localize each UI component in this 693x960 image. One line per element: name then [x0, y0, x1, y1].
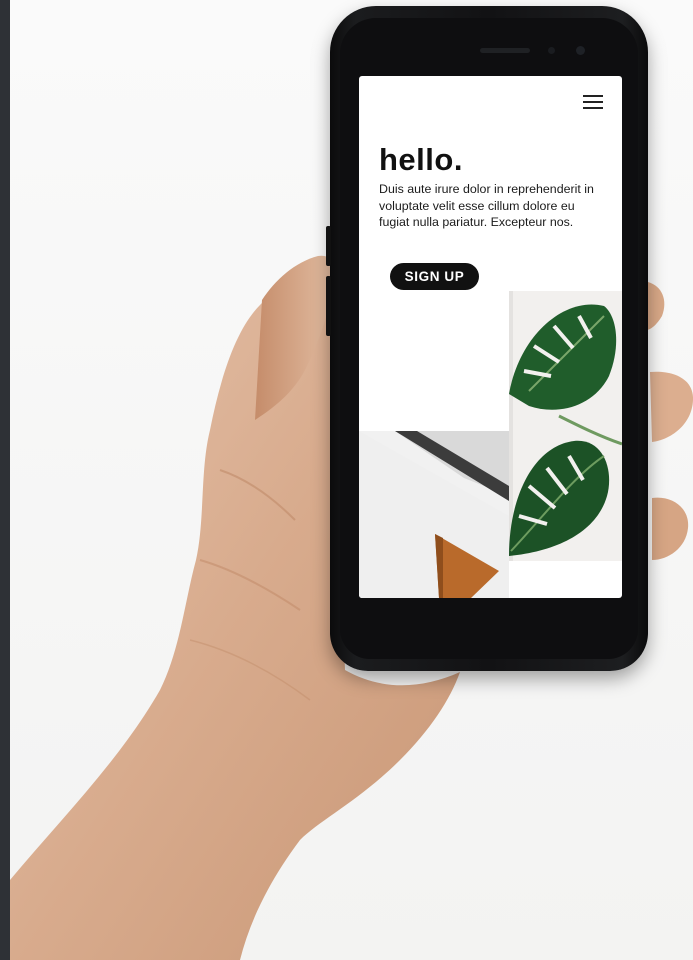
- power-button: [326, 276, 331, 336]
- intro-text: Duis aute irure dolor in reprehenderit i…: [379, 182, 594, 229]
- front-camera-icon: [576, 46, 585, 55]
- headline: hello.: [379, 142, 463, 177]
- speaker-grille: [480, 48, 530, 53]
- sign-up-button[interactable]: SIGN UP: [390, 263, 479, 290]
- volume-button: [326, 226, 331, 266]
- hamburger-menu-icon[interactable]: [583, 95, 603, 109]
- sensor-icon: [548, 47, 555, 54]
- phone-screen: hello. Duis aute irure dolor in reprehen…: [359, 76, 622, 598]
